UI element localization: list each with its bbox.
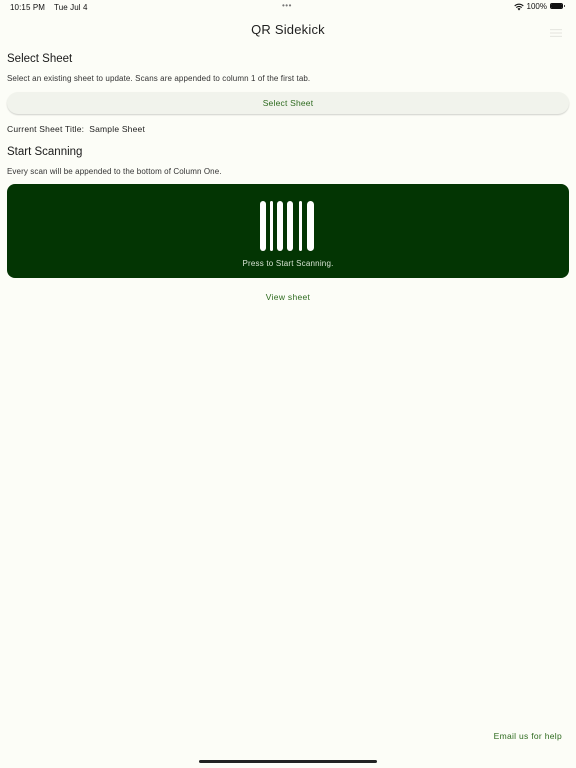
- home-indicator[interactable]: [199, 760, 377, 763]
- status-time: 10:15 PM: [10, 3, 46, 12]
- current-sheet-value: Sample Sheet: [89, 124, 146, 134]
- current-sheet-info: Current Sheet Title: Sample Sheet: [7, 124, 145, 134]
- start-scanning-description: Every scan will be appended to the botto…: [7, 167, 222, 176]
- start-scanning-heading: Start Scanning: [7, 146, 83, 158]
- status-date: Tue Jul 4: [54, 3, 88, 12]
- battery-percentage: 100%: [526, 2, 547, 11]
- select-sheet-heading: Select Sheet: [7, 53, 73, 65]
- multitasking-dots[interactable]: •••: [282, 1, 292, 10]
- email-help-link[interactable]: Email us for help: [494, 731, 562, 741]
- start-scanning-label: Press to Start Scanning.: [242, 259, 334, 268]
- current-sheet-label: Current Sheet Title:: [7, 124, 85, 134]
- status-bar: 10:15 PM Tue Jul 4 ••• 100%: [0, 0, 576, 14]
- select-sheet-description: Select an existing sheet to update. Scan…: [7, 74, 311, 83]
- start-scanning-button[interactable]: Press to Start Scanning.: [7, 184, 569, 278]
- battery-icon: [550, 3, 566, 10]
- wifi-icon: [513, 3, 524, 10]
- view-sheet-link[interactable]: View sheet: [0, 292, 576, 302]
- barcode-icon: [260, 201, 314, 251]
- status-time-date: 10:15 PM Tue Jul 4: [10, 3, 97, 12]
- status-indicators: 100%: [513, 2, 566, 11]
- menu-icon[interactable]: [550, 29, 562, 37]
- select-sheet-button[interactable]: Select Sheet: [7, 92, 569, 114]
- app-title: QR Sidekick: [251, 22, 325, 37]
